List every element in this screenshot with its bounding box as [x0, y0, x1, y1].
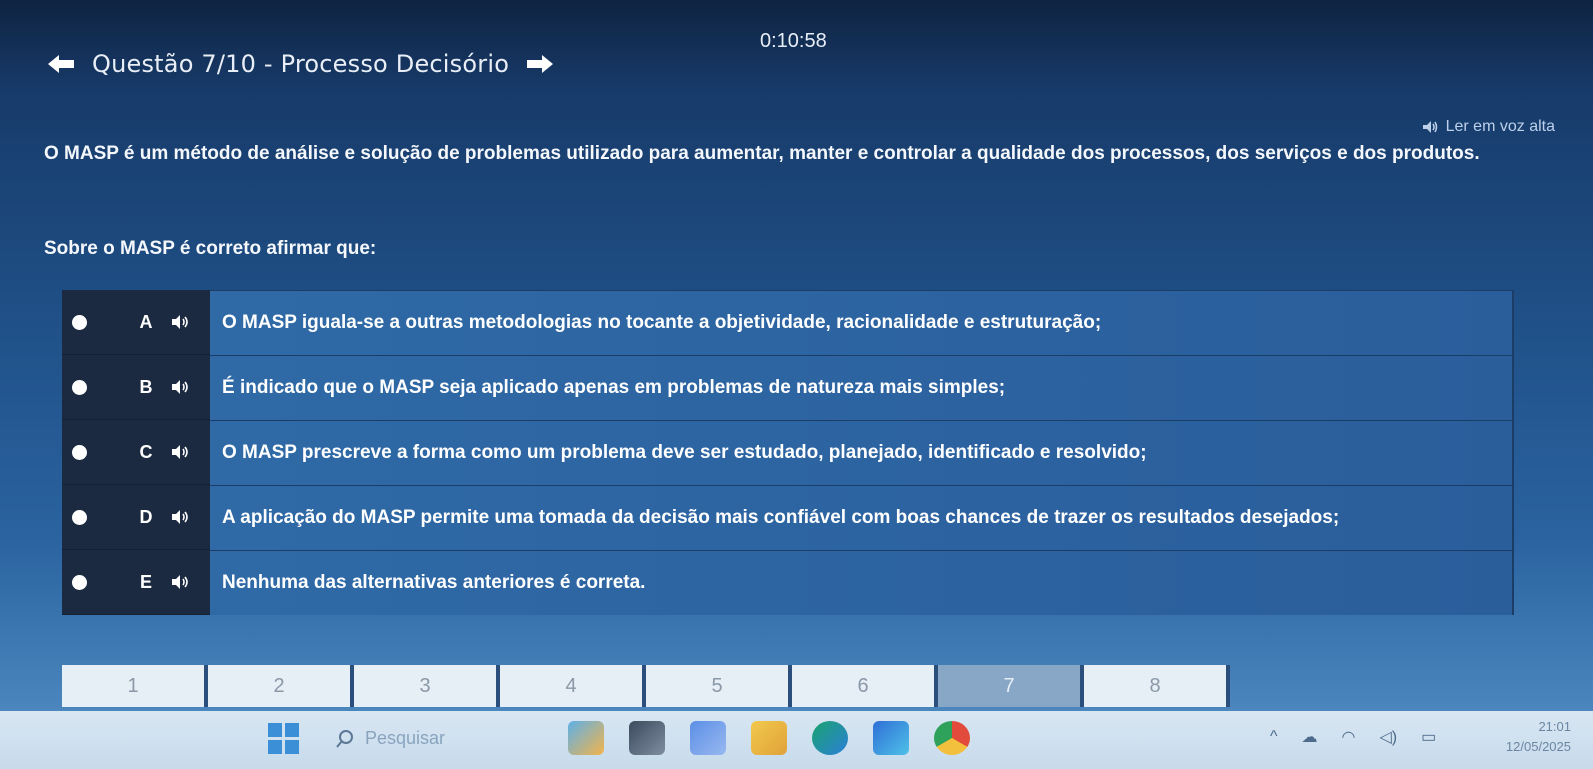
page-button-8[interactable]: 8: [1084, 665, 1230, 707]
search-icon: [336, 729, 353, 748]
speaker-icon[interactable]: [171, 509, 191, 525]
option-marker: A: [62, 290, 210, 355]
question-pager: 1 2 3 4 5 6 7 8: [62, 665, 1230, 707]
page-title: Questão 7/10 - Processo Decisório: [92, 50, 510, 78]
speaker-icon[interactable]: [171, 574, 191, 590]
clock-date: 12/05/2025: [1505, 739, 1571, 754]
taskbar-clock[interactable]: 21:01 12/05/2025: [1506, 717, 1571, 757]
radio-icon[interactable]: [72, 379, 87, 395]
options-list: A O MASP iguala-se a outras metodologias…: [62, 290, 1514, 615]
option-c[interactable]: C O MASP prescreve a forma como um probl…: [62, 420, 1514, 485]
chevron-up-icon[interactable]: ^: [1270, 728, 1278, 746]
battery-icon[interactable]: ▭: [1421, 727, 1436, 747]
option-text: É indicado que o MASP seja aplicado apen…: [210, 355, 1514, 420]
option-marker: D: [62, 485, 210, 550]
next-question-arrow-icon[interactable]: [523, 51, 557, 77]
option-letter: A: [139, 311, 153, 332]
read-aloud-label: Ler em voz alta: [1445, 118, 1555, 135]
page-button-4[interactable]: 4: [500, 665, 646, 707]
option-letter: B: [139, 376, 153, 397]
onedrive-icon[interactable]: ☁: [1302, 727, 1318, 747]
read-aloud-button[interactable]: Ler em voz alta: [1422, 118, 1555, 136]
option-marker: E: [62, 550, 210, 615]
option-text: O MASP prescreve a forma como um problem…: [210, 420, 1514, 485]
speaker-icon[interactable]: [171, 379, 191, 395]
system-tray: ^ ☁ ◠ ◁) ▭: [1270, 727, 1436, 747]
clock-time: 21:01: [1538, 719, 1571, 734]
page-button-5[interactable]: 5: [646, 665, 792, 707]
page-button-2[interactable]: 2: [208, 665, 354, 707]
chat-app-icon[interactable]: [690, 721, 726, 755]
chrome-browser-icon[interactable]: [934, 721, 970, 755]
option-text: Nenhuma das alternativas anteriores é co…: [210, 550, 1514, 615]
search-placeholder: Pesquisar: [365, 728, 446, 748]
page-button-3[interactable]: 3: [354, 665, 500, 707]
radio-icon[interactable]: [72, 314, 87, 330]
option-letter: C: [139, 441, 153, 462]
radio-icon[interactable]: [72, 509, 87, 525]
page-button-1[interactable]: 1: [62, 665, 208, 707]
option-e[interactable]: E Nenhuma das alternativas anteriores é …: [62, 550, 1514, 615]
question-prompt: Sobre o MASP é correto afirmar que:: [44, 238, 377, 259]
option-marker: B: [62, 355, 210, 420]
file-explorer-icon[interactable]: [751, 721, 787, 755]
option-text: A aplicação do MASP permite uma tomada d…: [210, 485, 1514, 550]
option-marker: C: [62, 420, 210, 485]
quiz-timer: 0:10:58: [760, 30, 827, 52]
speaker-icon[interactable]: [171, 444, 191, 460]
taskbar: Pesquisar ^ ☁ ◠ ◁) ▭ 21:01 12/05/2025: [0, 711, 1593, 769]
radio-icon[interactable]: [72, 444, 87, 460]
edge-browser-icon[interactable]: [812, 721, 848, 755]
speaker-icon[interactable]: [171, 314, 191, 330]
wifi-icon[interactable]: ◠: [1342, 727, 1356, 747]
option-letter: E: [139, 571, 152, 592]
task-view-icon[interactable]: [629, 721, 665, 755]
option-text: O MASP iguala-se a outras metodologias n…: [210, 290, 1514, 355]
radio-icon[interactable]: [72, 574, 87, 590]
taskbar-apps: [568, 721, 970, 755]
option-letter: D: [139, 506, 153, 527]
widgets-app-icon[interactable]: [568, 721, 604, 755]
windows-start-icon[interactable]: [268, 723, 299, 754]
page-button-6[interactable]: 6: [792, 665, 938, 707]
question-header: Questão 7/10 - Processo Decisório: [44, 50, 557, 78]
option-d[interactable]: D A aplicação do MASP permite uma tomada…: [62, 485, 1514, 550]
prev-question-arrow-icon[interactable]: [44, 51, 78, 77]
store-app-icon[interactable]: [873, 721, 909, 755]
option-b[interactable]: B É indicado que o MASP seja aplicado ap…: [62, 355, 1514, 420]
taskbar-search[interactable]: Pesquisar: [335, 728, 445, 749]
speaker-icon: [1422, 121, 1437, 133]
option-a[interactable]: A O MASP iguala-se a outras metodologias…: [62, 290, 1514, 355]
page-button-7[interactable]: 7: [938, 665, 1084, 707]
volume-icon[interactable]: ◁): [1379, 727, 1397, 747]
question-statement: O MASP é um método de análise e solução …: [44, 143, 1480, 164]
